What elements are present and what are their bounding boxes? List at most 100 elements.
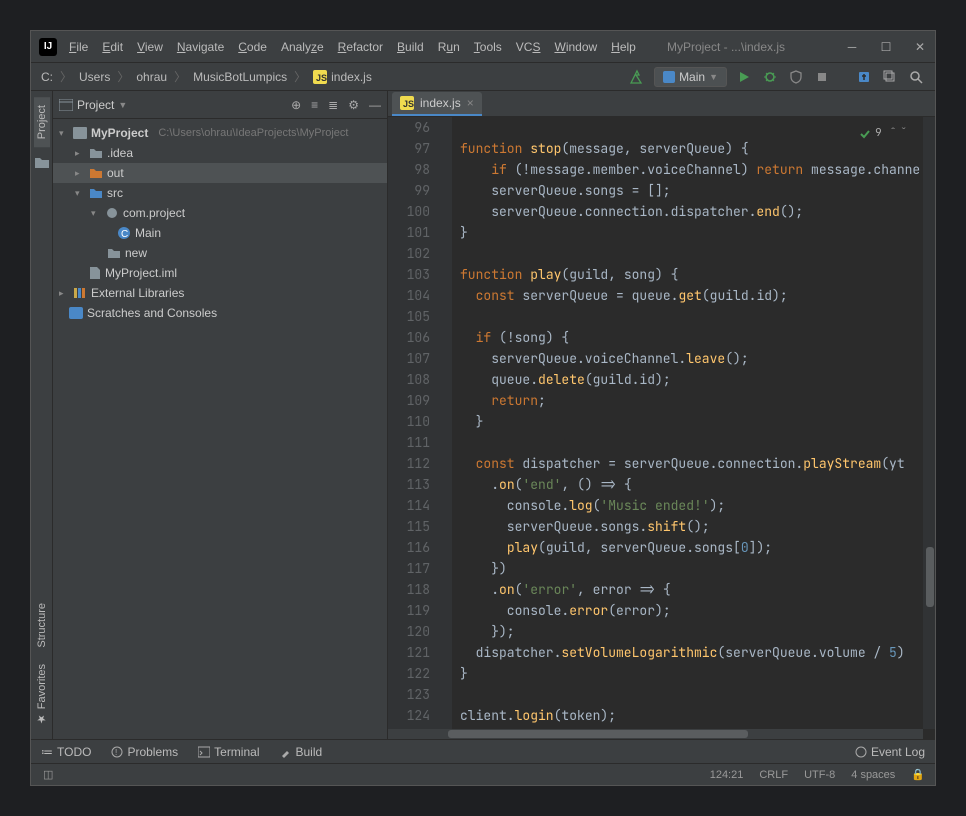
menu-refactor[interactable]: Refactor <box>338 40 383 54</box>
library-icon <box>73 287 87 299</box>
build-tool[interactable]: Build <box>280 745 323 759</box>
fold-gutter[interactable] <box>438 117 452 739</box>
titlebar: IJ File Edit View Navigate Code Analyze … <box>31 31 935 63</box>
project-tool-tab[interactable]: Project <box>34 97 50 147</box>
readonly-lock-icon[interactable]: 🔒 <box>911 768 925 781</box>
structure-tool-tab[interactable]: Structure <box>34 595 50 656</box>
tree-iml[interactable]: MyProject.iml <box>53 263 387 283</box>
hammer-icon <box>280 746 292 758</box>
expand-all-icon[interactable]: ≡ <box>311 98 318 112</box>
run-button[interactable] <box>735 68 753 86</box>
editor-tab-label: index.js <box>420 96 461 110</box>
problems-tool[interactable]: ! Problems <box>111 745 178 759</box>
crumb-users[interactable]: Users <box>79 70 110 84</box>
todo-tool[interactable]: ≔ TODO <box>41 745 91 759</box>
settings-icon[interactable]: ⚙ <box>348 98 359 112</box>
svg-text:!: ! <box>115 748 117 757</box>
iml-file-icon <box>89 266 101 280</box>
menu-edit[interactable]: Edit <box>102 40 123 54</box>
tree-scratches[interactable]: Scratches and Consoles <box>53 303 387 323</box>
terminal-tool[interactable]: Terminal <box>198 745 259 759</box>
code-editor[interactable]: 9697989910010110210310410510610710810911… <box>388 117 935 739</box>
editor-tabs: JS index.js × <box>388 91 935 117</box>
tree-idea[interactable]: ▸ .idea <box>53 143 387 163</box>
menu-window[interactable]: Window <box>554 40 597 54</box>
tree-new[interactable]: new <box>53 243 387 263</box>
close-button[interactable]: ✕ <box>913 40 927 54</box>
maximize-button[interactable]: ☐ <box>879 40 893 54</box>
folder-icon <box>89 167 103 179</box>
inspection-badge[interactable]: 9 ˆ ˇ <box>859 123 907 144</box>
window-title: MyProject - ...\index.js <box>667 40 825 54</box>
editor-tab-indexjs[interactable]: JS index.js × <box>392 92 482 116</box>
tool-windows-icon[interactable]: ◫ <box>43 768 53 781</box>
source-text[interactable]: function stop(message, serverQueue) { if… <box>452 117 935 739</box>
locate-icon[interactable]: ⊕ <box>291 98 301 112</box>
line-gutter[interactable]: 9697989910010110210310410510610710810911… <box>388 117 438 739</box>
menu-navigate[interactable]: Navigate <box>177 40 224 54</box>
search-everywhere-button[interactable] <box>907 68 925 86</box>
tree-main[interactable]: C Main <box>53 223 387 243</box>
tree-src[interactable]: ▾ src <box>53 183 387 203</box>
warning-icon: ! <box>111 746 123 758</box>
menu-analyze[interactable]: Analyze <box>281 40 324 54</box>
run-config-label: Main <box>679 70 705 84</box>
git-button[interactable] <box>855 68 873 86</box>
navigation-bar: C:〉 Users〉 ohrau〉 MusicBotLumpics〉 JS in… <box>31 63 935 91</box>
menu-help[interactable]: Help <box>611 40 636 54</box>
project-sidebar-title[interactable]: Project <box>77 98 114 112</box>
menu-file[interactable]: File <box>69 40 88 54</box>
collapse-all-icon[interactable]: ≣ <box>328 98 338 112</box>
source-folder-icon <box>89 187 103 199</box>
scratch-icon <box>69 307 83 319</box>
menu-build[interactable]: Build <box>397 40 424 54</box>
indent-setting[interactable]: 4 spaces <box>851 769 895 781</box>
folder-icon <box>89 147 103 159</box>
editor-area: JS index.js × 96979899100101102103104105… <box>388 91 935 739</box>
tree-out[interactable]: ▸ out <box>53 163 387 183</box>
hide-icon[interactable]: — <box>369 98 381 112</box>
svg-text:JS: JS <box>316 73 327 83</box>
terminal-icon <box>198 746 210 758</box>
crumb-c[interactable]: C: <box>41 70 53 84</box>
close-tab-icon[interactable]: × <box>467 96 474 110</box>
menu-vcs[interactable]: VCS <box>516 40 541 54</box>
java-icon <box>663 71 675 83</box>
menu-code[interactable]: Code <box>238 40 267 54</box>
class-icon: C <box>117 226 131 240</box>
vertical-scrollbar[interactable] <box>923 117 935 729</box>
crumb-file[interactable]: index.js <box>331 70 372 84</box>
build-button[interactable] <box>628 68 646 86</box>
main-menu: File Edit View Navigate Code Analyze Ref… <box>69 40 636 54</box>
status-bar: ◫ 124:21 CRLF UTF-8 4 spaces 🔒 <box>31 763 935 785</box>
tree-root[interactable]: ▾ MyProject C:\Users\ohrau\IdeaProjects\… <box>53 123 387 143</box>
debug-button[interactable] <box>761 68 779 86</box>
crumb-ohrau[interactable]: ohrau <box>136 70 167 84</box>
run-config-selector[interactable]: Main ▼ <box>654 67 727 87</box>
menu-view[interactable]: View <box>137 40 163 54</box>
caret-position[interactable]: 124:21 <box>710 769 744 781</box>
tree-package[interactable]: ▾ com.project <box>53 203 387 223</box>
file-encoding[interactable]: UTF-8 <box>804 769 835 781</box>
minimize-button[interactable]: ─ <box>845 40 859 54</box>
log-icon <box>855 746 867 758</box>
tool-window-bar: ≔ TODO ! Problems Terminal Build Event L… <box>31 739 935 763</box>
event-log-tool[interactable]: Event Log <box>855 745 925 759</box>
bookmarks-tool-icon[interactable] <box>34 155 50 169</box>
crumb-project[interactable]: MusicBotLumpics <box>193 70 287 84</box>
ide-settings-button[interactable] <box>881 68 899 86</box>
line-separator[interactable]: CRLF <box>759 769 788 781</box>
favorites-tool-tab[interactable]: ★ Favorites <box>33 656 50 733</box>
js-file-icon: JS <box>313 70 327 84</box>
left-tool-strip: Project Structure ★ Favorites <box>31 91 53 739</box>
coverage-button[interactable] <box>787 68 805 86</box>
js-file-icon: JS <box>400 96 414 110</box>
menu-tools[interactable]: Tools <box>474 40 502 54</box>
horizontal-scrollbar[interactable] <box>388 729 923 739</box>
menu-run[interactable]: Run <box>438 40 460 54</box>
svg-text:JS: JS <box>403 99 414 109</box>
tree-external-libs[interactable]: ▸ External Libraries <box>53 283 387 303</box>
svg-text:C: C <box>121 229 128 240</box>
stop-button[interactable] <box>813 68 831 86</box>
project-sidebar-header: Project ▼ ⊕ ≡ ≣ ⚙ — <box>53 91 387 119</box>
